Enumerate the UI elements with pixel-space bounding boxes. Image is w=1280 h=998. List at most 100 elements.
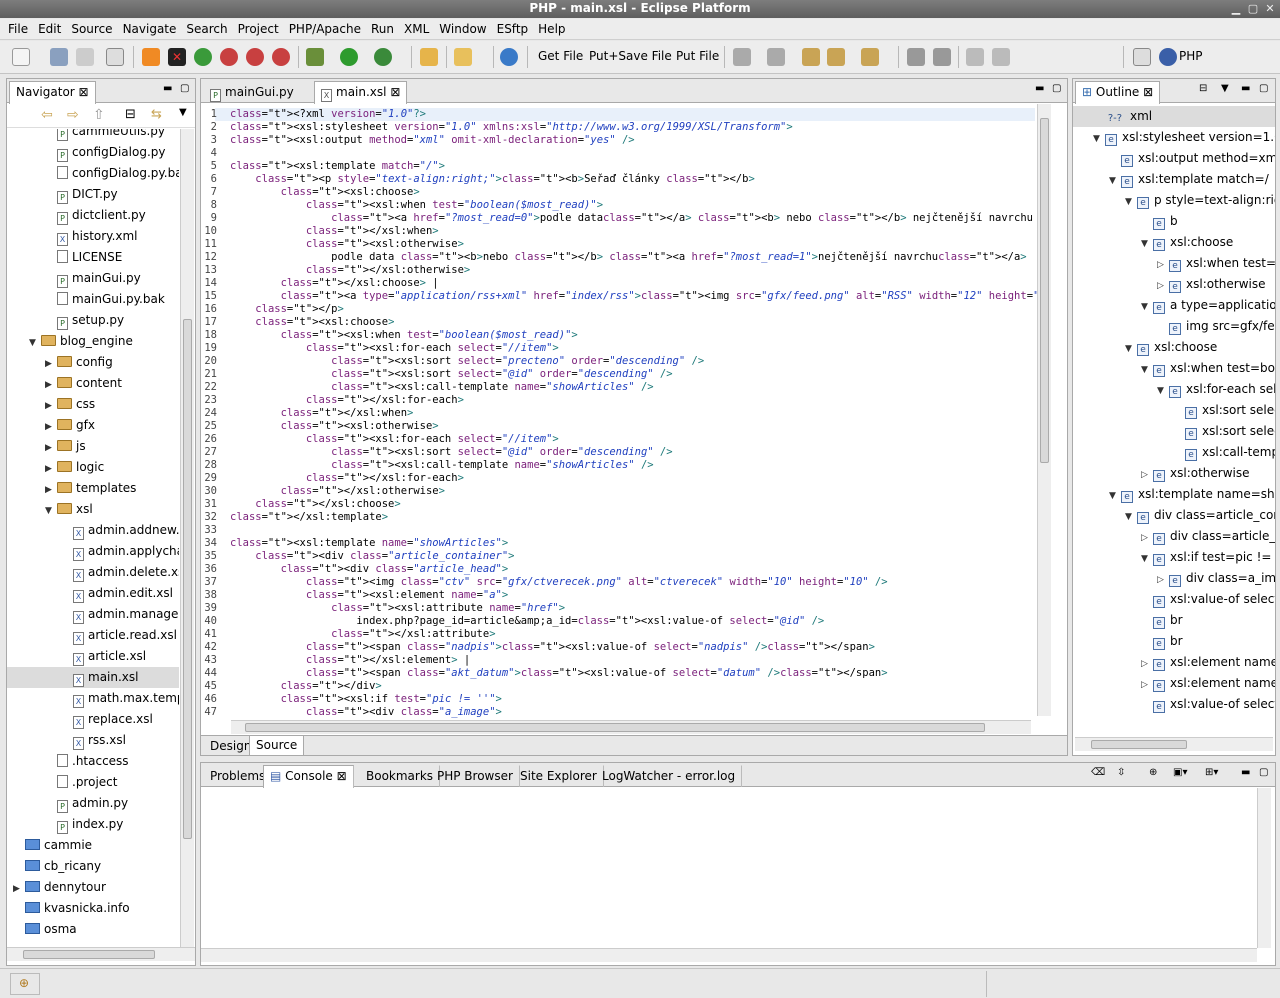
outline-item[interactable]: e xsl:value-of select=: [1141, 589, 1275, 610]
minimize-editor-icon[interactable]: ▬: [1035, 84, 1045, 94]
expand-arrow-icon[interactable]: ▶: [45, 417, 57, 438]
code-line[interactable]: class="t"><xsl:template name="showArticl…: [230, 537, 508, 550]
outline-item[interactable]: ▼ e xsl:template match=/: [1109, 169, 1269, 190]
outline-item[interactable]: ▼e xsl:when test=boole: [1141, 358, 1275, 379]
tree-item[interactable]: PcammieUtils.py: [7, 129, 179, 142]
open-console-icon[interactable]: ⊞▾: [1205, 768, 1227, 778]
tree-item[interactable]: ▼ blog_engine: [7, 331, 179, 352]
expand-arrow-icon[interactable]: ▶: [45, 459, 57, 480]
next-annotation-icon[interactable]: [733, 48, 751, 66]
sql-icon[interactable]: [194, 48, 212, 66]
menu-navigate[interactable]: Navigate: [118, 19, 182, 39]
back-arrow-icon[interactable]: ⇦: [41, 107, 53, 123]
outline-item[interactable]: ▷e div class=a_imag: [1157, 568, 1275, 589]
expand-arrow-icon[interactable]: ▷: [1141, 465, 1153, 486]
tree-item[interactable]: PmainGui.py: [7, 268, 179, 289]
display-console-icon[interactable]: ▣▾: [1173, 768, 1195, 778]
expand-arrow-icon[interactable]: ▶: [45, 396, 57, 417]
maximize-panel-icon[interactable]: ▢: [180, 84, 190, 94]
new-file-icon[interactable]: [12, 48, 30, 66]
code-line[interactable]: class="t"><div class="article_head">: [230, 563, 509, 576]
minimize-icon[interactable]: ▁: [1228, 1, 1244, 16]
tree-item[interactable]: cb_ricany: [7, 856, 179, 877]
debug2-icon[interactable]: [246, 48, 264, 66]
forward-icon[interactable]: [861, 48, 879, 66]
open-perspective-icon[interactable]: [1133, 48, 1151, 66]
expand-arrow-icon[interactable]: ▼: [1125, 192, 1137, 213]
expand-arrow-icon[interactable]: ▶: [45, 375, 57, 396]
tree-item[interactable]: Xadmin.applychan: [7, 541, 179, 562]
code-line[interactable]: class="t"></div>: [230, 680, 382, 693]
collapse-all-icon[interactable]: ⊟: [125, 107, 136, 122]
outline-item[interactable]: ▷e xsl:when test=bo: [1157, 253, 1275, 274]
code-line[interactable]: class="t"><div class="a_image">: [230, 706, 502, 719]
code-line[interactable]: class="t"><a href="?most_read=0">podle d…: [230, 212, 1033, 225]
apache-stop-icon[interactable]: ✕: [168, 48, 186, 66]
tab-console[interactable]: ▤ Console ⊠: [263, 765, 354, 788]
tree-item[interactable]: Xadmin.edit.xsl: [7, 583, 179, 604]
code-line[interactable]: class="t"></xsl:element> |: [230, 654, 470, 667]
refresh-icon[interactable]: [933, 48, 951, 66]
expand-arrow-icon[interactable]: ▶: [45, 438, 57, 459]
code-line[interactable]: class="t"><xsl:sort select="precteno" or…: [230, 355, 704, 368]
expand-arrow-icon[interactable]: ▼: [1109, 171, 1121, 192]
tree-item[interactable]: kvasnicka.info: [7, 898, 179, 919]
tree-item[interactable]: Xmath.max.templa: [7, 688, 179, 709]
expand-arrow-icon[interactable]: ▼: [1141, 297, 1153, 318]
tree-item[interactable]: ▶ content: [7, 373, 179, 394]
code-line[interactable]: class="t"></p>: [230, 303, 344, 316]
put-save-file-button[interactable]: Put+Save File: [589, 49, 672, 63]
outline-item[interactable]: ▼ e xsl:choose: [1125, 337, 1217, 358]
tree-item[interactable]: Pindex.py: [7, 814, 179, 835]
maximize-editor-icon[interactable]: ▢: [1052, 84, 1062, 94]
tree-item[interactable]: ▶ css: [7, 394, 179, 415]
console-vscroll[interactable]: [1257, 788, 1271, 948]
binary-icon[interactable]: [106, 48, 124, 66]
code-line[interactable]: class="t"></xsl:when>: [230, 407, 414, 420]
code-line[interactable]: class="t"></xsl:otherwise>: [230, 485, 445, 498]
outline-item[interactable]: ▼ e xsl:choose: [1141, 232, 1233, 253]
code-line[interactable]: class="t"><xsl:when test="boolean($most_…: [230, 199, 603, 212]
outline-item[interactable]: e xsl:output method=xml: [1109, 148, 1275, 169]
code-line[interactable]: class="t"><xsl:when test="boolean($most_…: [230, 329, 578, 342]
menu-help[interactable]: Help: [533, 19, 570, 39]
outline-item[interactable]: e br: [1141, 610, 1183, 631]
outline-item[interactable]: e img src=gfx/feed: [1157, 316, 1275, 337]
run-config-icon[interactable]: [306, 48, 324, 66]
menu-esftp[interactable]: ESftp: [492, 19, 534, 39]
tree-item[interactable]: ▼ xsl: [7, 499, 179, 520]
php-perspective-label[interactable]: PHP: [1179, 49, 1203, 63]
outline-item[interactable]: ▼e div class=article_conta: [1125, 505, 1275, 526]
outline-item[interactable]: e xsl:sort select: [1173, 400, 1275, 421]
tab-problems[interactable]: Problems: [203, 765, 273, 787]
code-line[interactable]: index.php?page_id=article&amp;a_id=class…: [230, 615, 824, 628]
code-line[interactable]: class="t"><xsl:for-each select="//item">: [230, 342, 559, 355]
close-tab-icon[interactable]: ⊠: [79, 85, 89, 99]
outline-item[interactable]: e br: [1141, 631, 1183, 652]
external-tools-icon[interactable]: [374, 48, 392, 66]
console-hscroll[interactable]: [201, 948, 1257, 962]
expand-arrow-icon[interactable]: ▷: [1141, 654, 1153, 675]
tree-item[interactable]: PconfigDialog.py: [7, 142, 179, 163]
tree-item[interactable]: Xhistory.xml: [7, 226, 179, 247]
outline-hscroll[interactable]: [1075, 737, 1273, 751]
debug-icon[interactable]: [220, 48, 238, 66]
expand-arrow-icon[interactable]: ▼: [1109, 486, 1121, 507]
maximize-console-icon[interactable]: ▢: [1259, 768, 1269, 778]
code-line[interactable]: class="t"></xsl:choose>: [230, 498, 400, 511]
code-line[interactable]: class="t"></xsl:for-each>: [230, 472, 464, 485]
tab-outline[interactable]: ⊞ Outline ⊠: [1075, 81, 1161, 104]
outline-item[interactable]: ?-? xml: [1073, 106, 1275, 127]
code-line[interactable]: class="t"><xsl:stylesheet version="1.0" …: [230, 121, 793, 134]
close-tab-icon[interactable]: ⊠: [333, 769, 347, 783]
tab-source[interactable]: Source: [249, 736, 305, 755]
tree-item[interactable]: Xadmin.addnew.xs: [7, 520, 179, 541]
code-line[interactable]: class="t"><xsl:choose>: [230, 186, 420, 199]
outline-item[interactable]: ▷ e xsl:otherwise: [1157, 274, 1265, 295]
tree-item[interactable]: Pdictclient.py: [7, 205, 179, 226]
layout2-icon[interactable]: [992, 48, 1010, 66]
expand-arrow-icon[interactable]: ▷: [1157, 570, 1169, 591]
print-icon[interactable]: [76, 48, 94, 66]
code-line[interactable]: class="t"><p style="text-align:right;">c…: [230, 173, 754, 186]
outline-item[interactable]: ▼e a type=application/r: [1141, 295, 1275, 316]
